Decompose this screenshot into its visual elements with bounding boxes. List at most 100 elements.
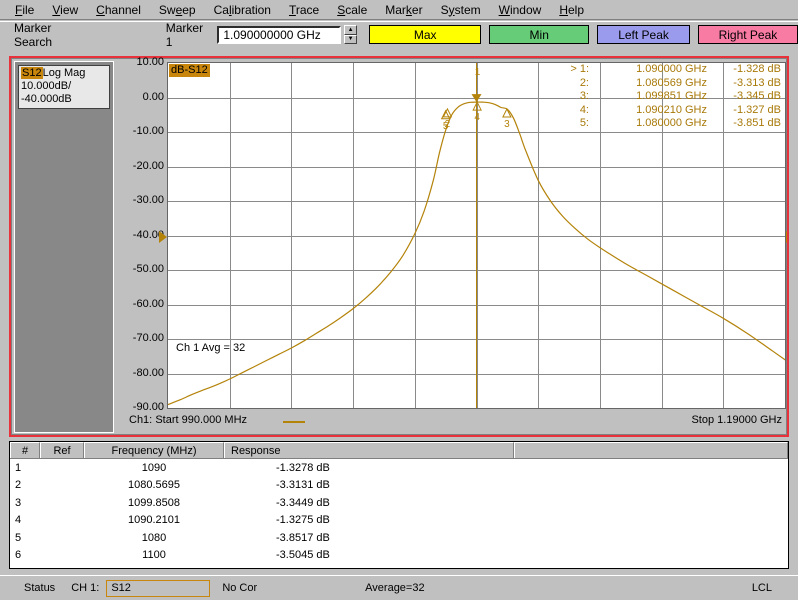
start-value[interactable]: 990.000 MHz	[182, 414, 247, 426]
table-row[interactable]: 4 1090.2101 -1.3275 dB	[10, 512, 788, 530]
marker-table-body: 1 1090 -1.3278 dB 2 1080.5695 -3.3131 dB 3 1099…	[10, 459, 788, 564]
trace-color-swatch	[283, 421, 305, 423]
sweep-range-bar: Ch1: Start 990.000 MHz Stop 1.19000 GHz	[116, 411, 788, 431]
table-row[interactable]: 6 1100 -3.5045 dB	[10, 547, 788, 565]
marker-readout-row[interactable]: 3: 1.099851 GHz -3.345 dB	[553, 90, 785, 104]
cell-frequency: 1100	[142, 549, 166, 562]
marker-frequency-stepper[interactable]: ▲ ▼	[343, 25, 358, 44]
header-index[interactable]: #	[10, 442, 40, 458]
cell-response: -3.3131 dB	[276, 479, 330, 492]
left-peak-button[interactable]: Left Peak	[597, 25, 690, 44]
trace-status-box[interactable]: S12Log Mag 10.000dB/ -40.000dB	[18, 65, 110, 109]
marker-label: 5	[443, 121, 449, 132]
averaging-annotation: Ch 1 Avg = 32	[176, 342, 246, 354]
marker-readout-frequency: 1.080569 GHz	[636, 76, 707, 89]
stepper-up-icon[interactable]: ▲	[343, 25, 358, 35]
cell-response: -1.3275 dB	[276, 514, 330, 527]
table-row[interactable]: 5 1080 -3.8517 dB	[10, 529, 788, 547]
marker-readout-index: > 1:	[570, 63, 589, 75]
stop-value[interactable]: 1.19000 GHz	[717, 414, 782, 426]
cell-response: -3.3449 dB	[276, 496, 330, 509]
cell-index: 4	[15, 514, 22, 527]
y-axis-tick-label: -10.00	[132, 125, 164, 137]
marker-frequency-input[interactable]: 1.090000000 GHz	[217, 25, 341, 44]
marker-readout-row[interactable]: 2: 1.080569 GHz -3.313 dB	[553, 77, 785, 91]
header-response[interactable]: Response	[224, 442, 514, 458]
db-format-tag: dB-S12	[169, 64, 210, 77]
marker-readout-response: -1.328 dB	[733, 63, 781, 75]
cell-frequency: 1080	[141, 531, 167, 544]
toolbar-title: Marker Search	[14, 20, 53, 49]
marker-table-header: # Ref Frequency (MHz) Response	[10, 442, 788, 459]
table-row[interactable]: 1 1090 -1.3278 dB	[10, 459, 788, 477]
cell-frequency: 1080.5695	[128, 479, 180, 492]
start-text: Start	[155, 414, 179, 426]
menu-item-help[interactable]: Help	[550, 1, 593, 19]
marker-readout-row[interactable]: > 1: 1.090000 GHz -1.328 dB	[553, 63, 785, 77]
marker-table[interactable]: # Ref Frequency (MHz) Response 1 1090 -1.3…	[9, 441, 789, 569]
table-row[interactable]: 3 1099.8508 -3.3449 dB	[10, 494, 788, 512]
marker-readout-row[interactable]: 5: 1.080000 GHz -3.851 dB	[553, 117, 785, 131]
reference-marker-left-icon[interactable]	[159, 231, 167, 243]
menu-item-window[interactable]: Window	[490, 1, 551, 19]
stepper-down-icon[interactable]: ▼	[343, 34, 358, 44]
status-channel-label: CH 1:	[71, 582, 100, 594]
marker-readout-index: 3:	[579, 90, 589, 102]
marker-readout-response: -3.313 dB	[733, 76, 781, 89]
marker-label: 4	[474, 112, 480, 123]
marker-readout-index: 4:	[579, 103, 589, 116]
status-label: Status	[24, 582, 56, 594]
stop-text: Stop	[691, 414, 715, 426]
menu-item-scale[interactable]: Scale	[328, 1, 376, 19]
marker-label: 3	[504, 119, 510, 130]
cell-index: 5	[15, 531, 22, 544]
y-axis-tick-label: 0.00	[142, 90, 164, 103]
table-row[interactable]: 2 1080.5695 -3.3131 dB	[10, 477, 788, 495]
trace-parameter-label[interactable]: S12	[21, 67, 43, 79]
y-axis-tick-label: -20.00	[132, 159, 164, 172]
menu-item-trace[interactable]: Trace	[280, 1, 328, 19]
marker-readout-frequency: 1.080000 GHz	[636, 117, 707, 129]
graph-active-channel-frame: S12Log Mag 10.000dB/ -40.000dB 10.00 0.00…	[9, 56, 789, 437]
marker-readout-frequency: 1.090000 GHz	[636, 63, 707, 75]
cell-frequency: 1099.8508	[128, 496, 180, 509]
marker-triangle-up-icon	[502, 107, 512, 118]
trace-reference-label: -40.000dB	[21, 93, 72, 105]
y-axis-tick-label: -50.00	[132, 263, 164, 275]
status-correction[interactable]: No Cor	[222, 582, 257, 594]
menu-item-marker[interactable]: Marker	[376, 1, 431, 19]
sweep-start-label: Ch1: Start 990.000 MHz	[129, 414, 247, 426]
vna-application-window: File View Channel Sweep Calibration Trac…	[0, 0, 798, 600]
header-frequency[interactable]: Frequency (MHz)	[84, 442, 224, 458]
trace-status-panel[interactable]: S12Log Mag 10.000dB/ -40.000dB	[14, 61, 114, 433]
marker-readout-index: 2:	[579, 76, 589, 89]
status-lock-indicator[interactable]: LCL	[752, 582, 772, 594]
cell-index: 1	[15, 461, 22, 474]
trace-format-label: Log Mag	[42, 67, 86, 79]
right-peak-button[interactable]: Right Peak	[697, 25, 798, 44]
marker-label: 1	[475, 67, 481, 78]
sweep-stop-label: Stop 1.19000 GHz	[691, 414, 782, 426]
marker-readout-frequency: 1.090210 GHz	[636, 103, 707, 116]
marker-readout-row[interactable]: 4: 1.090210 GHz -1.327 dB	[553, 104, 785, 118]
marker-search-toolbar: Marker Search Marker 1 1.090000000 GHz ▲…	[0, 20, 798, 49]
marker-readout-response: -3.345 dB	[733, 90, 781, 102]
menu-item-system[interactable]: System	[432, 1, 490, 19]
menu-item-calibration[interactable]: Calibration	[205, 1, 280, 19]
status-parameter-field[interactable]: S12	[106, 579, 211, 597]
cell-index: 6	[15, 549, 22, 562]
marker-readout-frequency: 1.099851 GHz	[636, 90, 707, 102]
min-search-button[interactable]: Min	[489, 25, 590, 44]
plot-canvas[interactable]: 12345 dB-S12 Ch 1 Avg = 32 > 1: 1.090000 …	[167, 62, 786, 409]
menu-item-file[interactable]: File	[6, 1, 43, 19]
menu-item-sweep[interactable]: Sweep	[150, 1, 205, 19]
header-ref[interactable]: Ref	[40, 442, 84, 458]
menu-item-channel[interactable]: Channel	[87, 1, 150, 19]
status-average[interactable]: Average=32	[365, 582, 424, 594]
y-axis-tick-label: -60.00	[132, 297, 164, 310]
y-axis-tick-label: -80.00	[132, 366, 164, 379]
cell-response: -1.3278 dB	[276, 461, 330, 474]
marker-readout-response: -3.851 dB	[733, 117, 781, 129]
max-search-button[interactable]: Max	[369, 25, 482, 44]
menu-item-view[interactable]: View	[43, 1, 87, 19]
